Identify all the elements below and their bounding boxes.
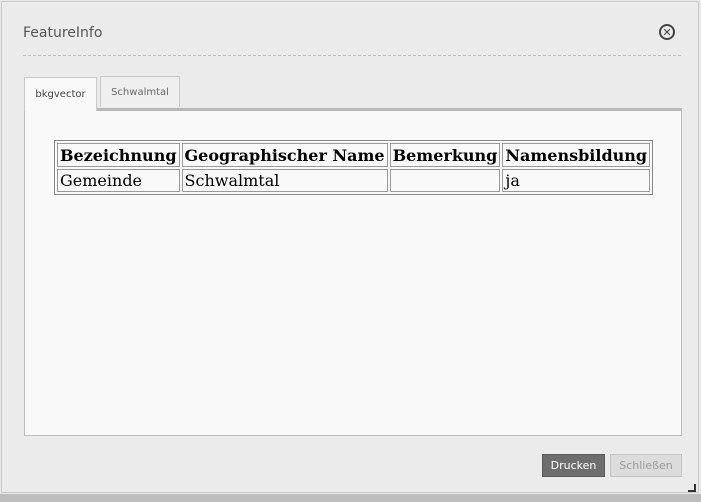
print-button[interactable]: Drucken bbox=[542, 454, 605, 477]
title-divider bbox=[23, 55, 681, 56]
close-button[interactable]: Schließen bbox=[610, 454, 682, 477]
table-header-row: Bezeichnung Geographischer Name Bemerkun… bbox=[57, 143, 651, 167]
close-icon[interactable]: ✕ bbox=[659, 24, 675, 40]
tab-schwalmtal[interactable]: Schwalmtal bbox=[100, 76, 180, 107]
table-cell bbox=[389, 169, 501, 192]
tab-label: Schwalmtal bbox=[111, 86, 169, 98]
table-cell: Gemeinde bbox=[57, 169, 180, 192]
dialog-bottom-edge bbox=[0, 494, 701, 502]
dialog-title: FeatureInfo bbox=[23, 25, 103, 41]
column-header: Bemerkung bbox=[389, 143, 501, 167]
resize-handle-icon[interactable] bbox=[688, 484, 696, 492]
column-header: Geographischer Name bbox=[181, 143, 388, 167]
table-row: Gemeinde Schwalmtal ja bbox=[57, 169, 651, 192]
featureinfo-dialog: FeatureInfo ✕ bkgvector Schwalmtal Bezei… bbox=[1, 1, 699, 493]
column-header: Bezeichnung bbox=[57, 143, 180, 167]
tab-bkgvector[interactable]: bkgvector bbox=[24, 77, 97, 111]
table-cell: ja bbox=[502, 169, 651, 192]
feature-table: Bezeichnung Geographischer Name Bemerkun… bbox=[54, 140, 654, 195]
tab-label: bkgvector bbox=[35, 89, 86, 100]
tab-content-panel: Bezeichnung Geographischer Name Bemerkun… bbox=[24, 108, 682, 436]
column-header: Namensbildung bbox=[502, 143, 651, 167]
table-cell: Schwalmtal bbox=[181, 169, 388, 192]
